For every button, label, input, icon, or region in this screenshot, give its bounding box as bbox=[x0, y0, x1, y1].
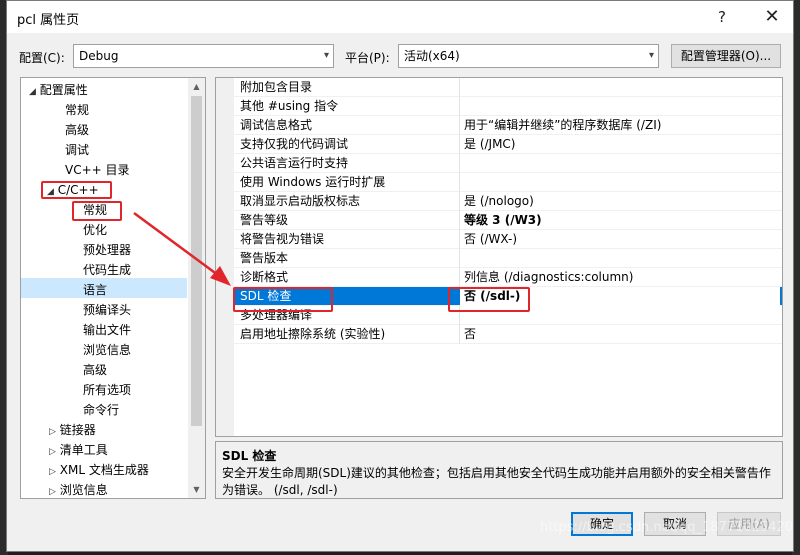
annotation-arrow-icon bbox=[133, 211, 231, 286]
watermark-text: https://blog.csdn.net/qq_18771025420 bbox=[540, 520, 794, 535]
